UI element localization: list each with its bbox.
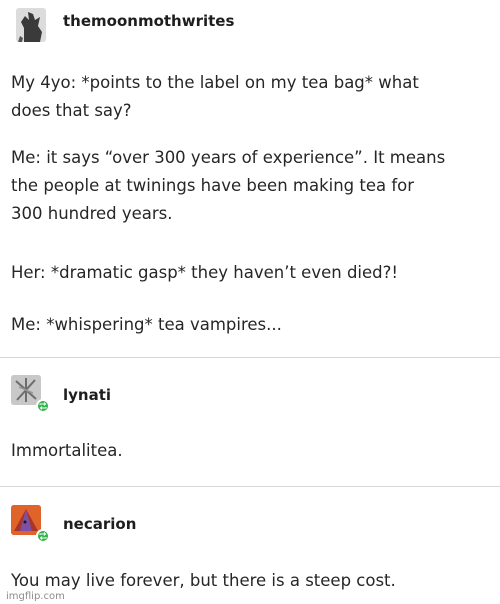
gray-x-avatar-icon <box>11 375 41 405</box>
text-line: Her: *dramatic gasp* they haven’t even d… <box>11 263 398 282</box>
user-avatar[interactable] <box>11 375 41 405</box>
username[interactable]: necarion <box>63 515 136 533</box>
reblog-icon <box>36 399 50 413</box>
username[interactable]: themoonmothwrites <box>63 12 234 30</box>
text-line: Me: it says “over 300 years of experienc… <box>11 148 446 167</box>
dark-figure-avatar-icon <box>16 8 46 42</box>
text-line: Me: *whispering* tea vampires... <box>11 315 282 334</box>
text-line: does that say? <box>11 101 132 120</box>
post-paragraph: Her: *dramatic gasp* they haven’t even d… <box>11 259 398 287</box>
text-line: 300 hundred years. <box>11 204 173 223</box>
reply: lynati Immortalitea. <box>0 358 500 486</box>
reply: necarion You may live forever, but there… <box>0 487 500 604</box>
reblog-icon <box>36 529 50 543</box>
username[interactable]: lynati <box>63 386 111 404</box>
text-line: the people at twinings have been making … <box>11 176 415 195</box>
post-paragraph: Me: *whispering* tea vampires... <box>11 311 282 339</box>
reply-text: You may live forever, but there is a ste… <box>11 571 396 590</box>
user-avatar[interactable] <box>11 505 41 535</box>
user-avatar[interactable] <box>16 8 46 42</box>
post-paragraph: Me: it says “over 300 years of experienc… <box>11 144 445 228</box>
post-paragraph: My 4yo: *points to the label on my tea b… <box>11 69 419 125</box>
reply-text: Immortalitea. <box>11 441 123 460</box>
watermark: imgflip.com <box>6 591 65 602</box>
text-line: My 4yo: *points to the label on my tea b… <box>11 73 419 92</box>
original-post: themoonmothwrites My 4yo: *points to the… <box>0 0 500 358</box>
orange-triangle-avatar-icon <box>11 505 41 535</box>
